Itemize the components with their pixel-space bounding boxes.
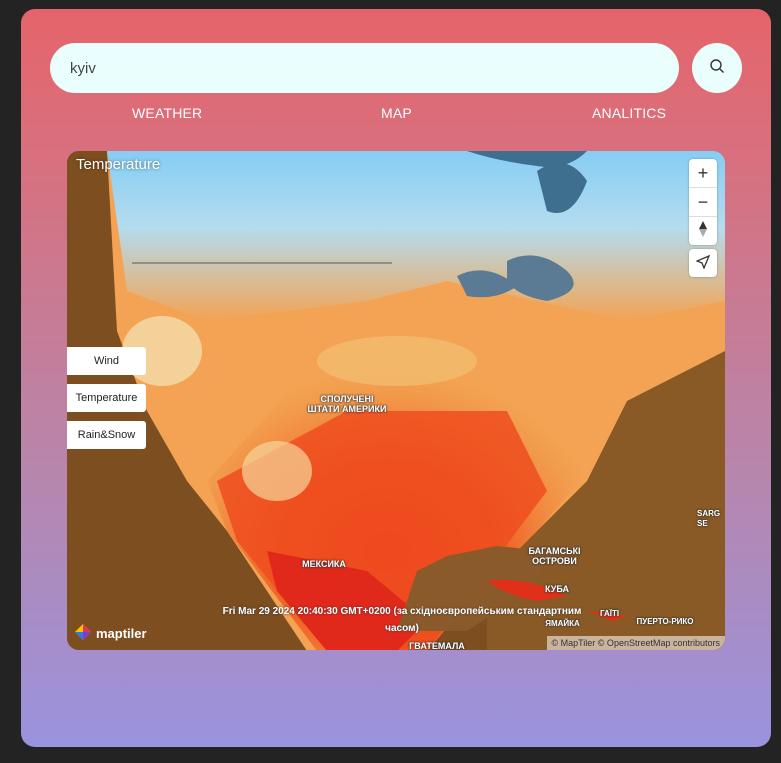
map-view[interactable]: Temperature + − Wind Temperature Rain&Sn… [67,151,725,650]
zoom-in-button[interactable]: + [689,159,717,188]
map-label-puerto-rico: ПУЕРТО-РИКО [636,617,694,626]
map-label-sargasso: SARG SE [697,509,721,528]
map-label-guatemala: ГВАТЕМАЛА [409,641,465,650]
compass-button[interactable] [689,217,717,245]
tab-weather[interactable]: WEATHER [132,105,202,121]
app-card: WEATHER MAP ANALITICS [21,9,771,747]
search-button[interactable] [692,43,742,93]
layer-title: Temperature [76,156,161,173]
map-label-bahamas: БАГАМСЬКІ ОСТРОВИ [528,546,581,566]
nav-tabs: WEATHER MAP ANALITICS [21,105,771,125]
map-label-usa: СПОЛУЧЕНІ ШТАТИ АМЕРИКИ [307,394,387,414]
maptiler-logo-icon [74,623,92,644]
map-label-haiti: ГАЇТІ [599,609,620,618]
zoom-out-button[interactable]: − [689,188,717,217]
maptiler-logo[interactable]: maptiler [74,623,147,644]
map-label-mexico: МЕКСИКА [302,559,346,569]
maptiler-logo-text: maptiler [96,626,147,641]
search-icon [709,58,725,79]
navigation-arrow-icon [695,253,711,274]
layer-wind-button[interactable]: Wind [67,347,146,375]
search-bar[interactable] [50,43,679,93]
zoom-controls: + − [689,159,717,245]
compass-icon [698,220,708,242]
layer-temperature-button[interactable]: Temperature [67,384,146,412]
geolocate-control [689,249,717,277]
tab-map[interactable]: MAP [381,105,412,121]
tab-analitics[interactable]: ANALITICS [592,105,666,121]
map-attribution[interactable]: © MapTiler © OpenStreetMap contributors [546,636,725,650]
map-label-cuba: КУБА [545,584,569,594]
geolocate-button[interactable] [689,249,717,277]
layer-rain-snow-button[interactable]: Rain&Snow [67,421,146,449]
search-input[interactable] [50,43,679,93]
map-timestamp: Fri Mar 29 2024 20:40:30 GMT+0200 (за сх… [222,606,582,634]
